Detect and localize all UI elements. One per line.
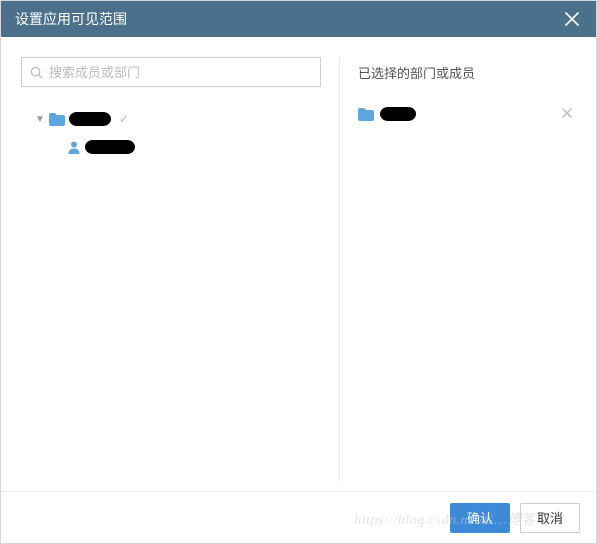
tree-root-row[interactable]: ▼ ✓ (35, 105, 321, 133)
tree-child-label (85, 140, 135, 154)
selected-title: 已选择的部门或成员 (358, 57, 576, 87)
folder-icon (49, 113, 65, 126)
left-panel: ▼ ✓ (21, 57, 321, 481)
dialog-body: ▼ ✓ 已选择的部门或成员 (1, 37, 596, 491)
panel-divider (339, 57, 340, 481)
selected-list (358, 101, 576, 127)
close-button[interactable] (562, 9, 582, 29)
search-box[interactable] (21, 57, 321, 87)
close-icon (562, 108, 572, 118)
dialog-title: 设置应用可见范围 (15, 9, 127, 29)
caret-down-icon[interactable]: ▼ (35, 114, 45, 125)
search-icon (30, 66, 43, 79)
dialog: 设置应用可见范围 ▼ ✓ (0, 0, 597, 544)
dialog-footer: https://blog.csdn.net/G…博客 确认 取消 (1, 491, 596, 543)
remove-selected-button[interactable] (558, 105, 576, 123)
right-panel: 已选择的部门或成员 (358, 57, 576, 481)
cancel-button[interactable]: 取消 (520, 503, 580, 533)
search-input[interactable] (49, 65, 312, 80)
selected-item-label (380, 107, 416, 121)
selected-item (358, 101, 576, 127)
org-tree: ▼ ✓ (21, 105, 321, 161)
close-icon (565, 12, 579, 26)
person-icon (67, 140, 81, 154)
tree-child-row[interactable] (35, 133, 321, 161)
tree-root-label (69, 112, 111, 126)
dialog-header: 设置应用可见范围 (1, 1, 596, 37)
confirm-button[interactable]: 确认 (450, 503, 510, 533)
folder-icon (358, 108, 374, 121)
check-icon: ✓ (119, 112, 129, 126)
